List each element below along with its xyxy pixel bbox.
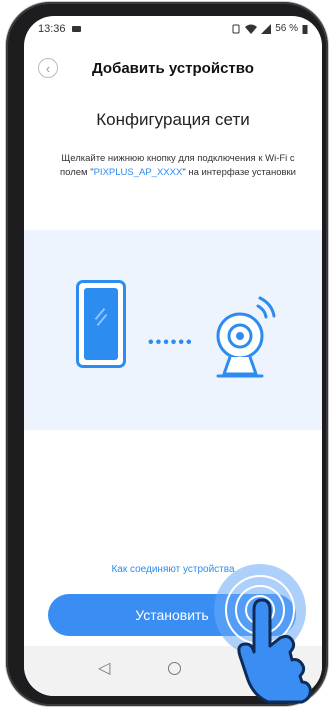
status-right: 56 % [231,23,308,34]
status-time: 13:36 [38,23,66,35]
wifi-icon [245,24,258,34]
section-title: Конфигурация сети [96,110,250,129]
status-bar: 13:36 56 % [24,16,322,42]
nav-back-icon[interactable]: ◁ [98,658,110,678]
system-nav-bar: ◁ [24,646,322,696]
camera-icon [216,296,276,378]
signal-icon [261,23,272,34]
connection-illustration: •••••• [24,230,322,430]
phone-frame: 13:36 56 % ‹ Добавить устройство Конфигу… [6,2,328,706]
camera-recording-icon [72,26,81,32]
install-button[interactable]: Установить [48,594,296,636]
battery-icon [302,24,308,34]
how-to-connect-link[interactable]: Как соединяют устройства [24,564,322,575]
vibrate-icon [232,24,240,33]
connecting-dots: •••••• [148,334,194,351]
nav-home-icon[interactable] [168,662,181,675]
battery-text: 56 % [275,23,298,34]
instruction-text: Щелкайте нижнюю кнопку для подключения к… [58,152,298,180]
ap-name: PIXPLUS_AP_XXXX [93,167,183,178]
instruction-suffix: " на интерфазе установки [182,167,296,178]
header: ‹ Добавить устройство [24,54,322,88]
page-title: Добавить устройство [92,60,254,77]
app-screen: 13:36 56 % ‹ Добавить устройство Конфигу… [24,16,322,696]
phone-icon [76,280,126,368]
